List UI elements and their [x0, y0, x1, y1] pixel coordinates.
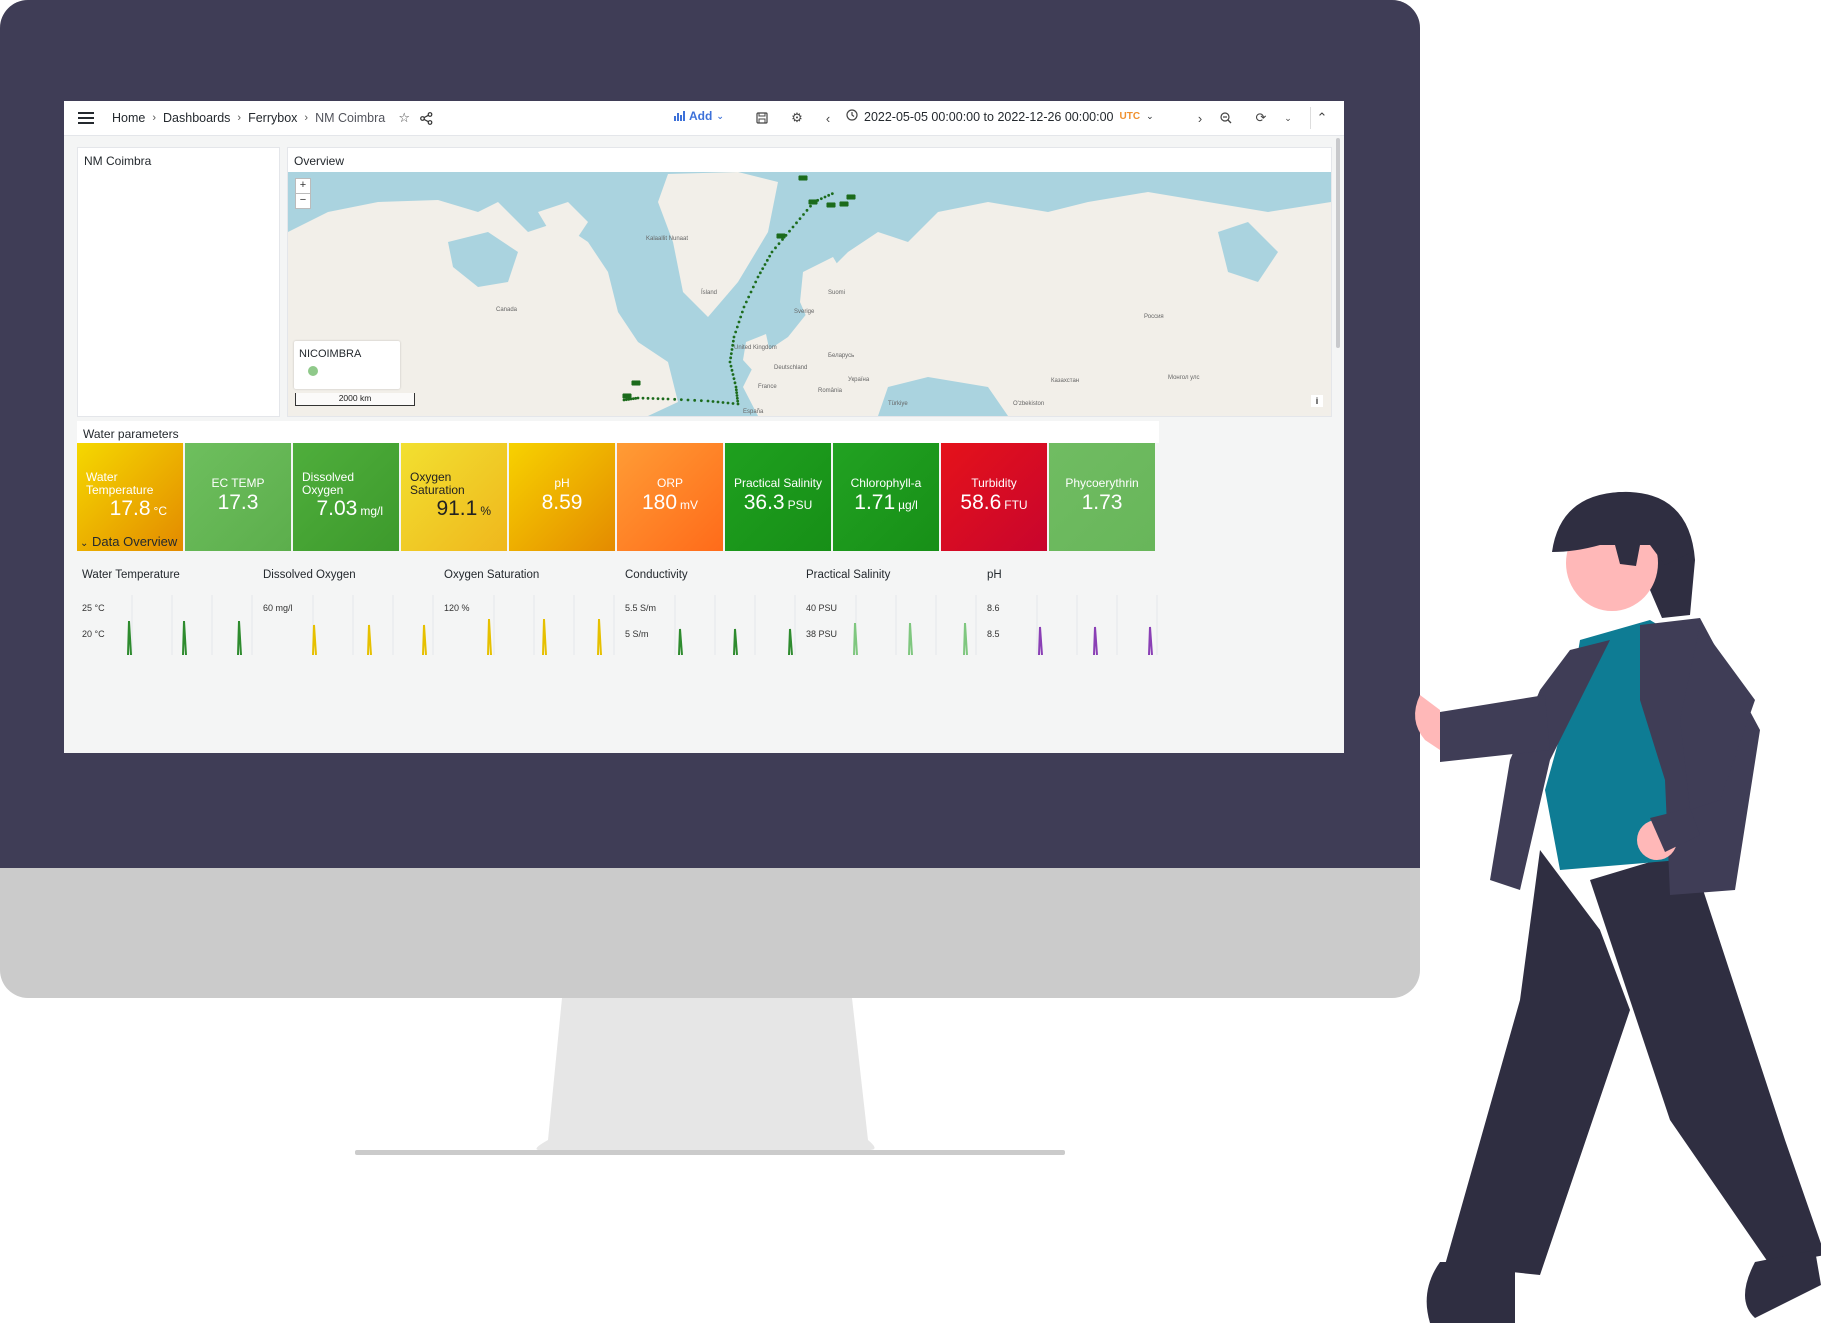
illustration-scene: Home › Dashboards › Ferrybox › NM Coimbr…	[0, 0, 1821, 1323]
person-illustration	[1415, 491, 1821, 1323]
